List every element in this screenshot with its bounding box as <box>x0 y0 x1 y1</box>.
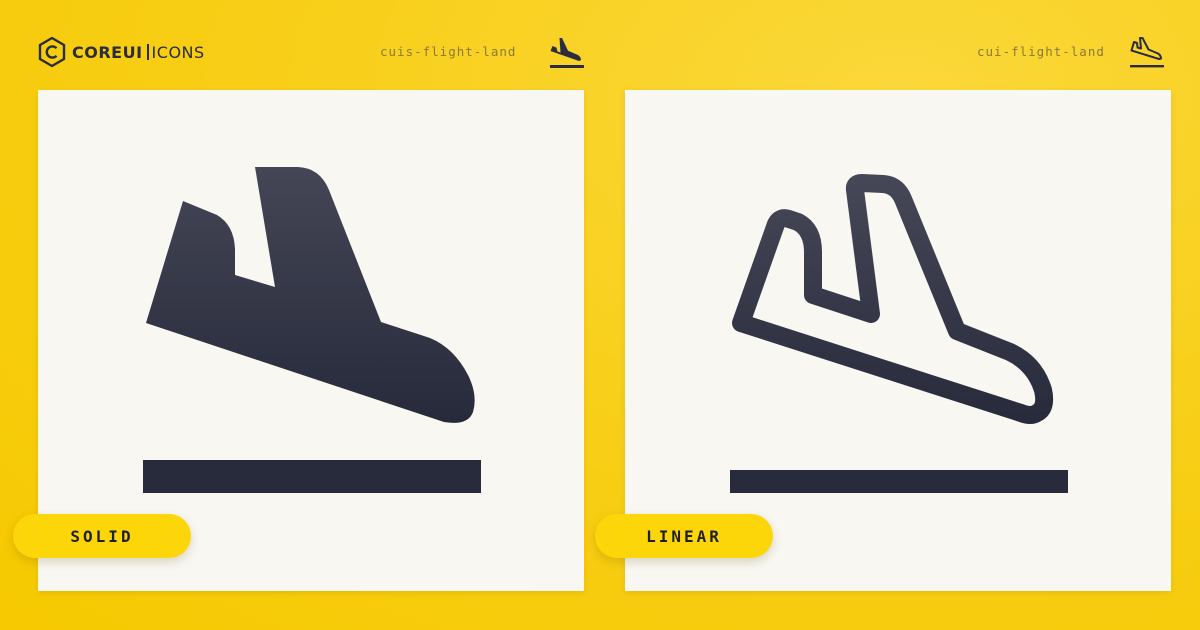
hexagon-c-logo-icon <box>38 36 66 68</box>
brand-name-light: ICONS <box>151 42 205 62</box>
brand-wordmark: COREUI ICONS <box>72 43 205 62</box>
brand-logo: COREUI ICONS <box>37 36 205 68</box>
runway-bar <box>143 460 481 493</box>
linear-style-badge: LINEAR <box>595 514 773 558</box>
linear-icon-name: cui-flight-land <box>977 44 1105 59</box>
brand-name-bold: COREUI <box>72 42 143 62</box>
solid-icon-name: cuis-flight-land <box>380 44 517 59</box>
flight-land-solid-mini-icon <box>550 38 584 68</box>
flight-land-linear-mini-icon <box>1130 37 1164 68</box>
runway-bar <box>730 470 1068 493</box>
solid-style-badge: SOLID <box>13 514 191 558</box>
brand-divider <box>146 44 149 60</box>
